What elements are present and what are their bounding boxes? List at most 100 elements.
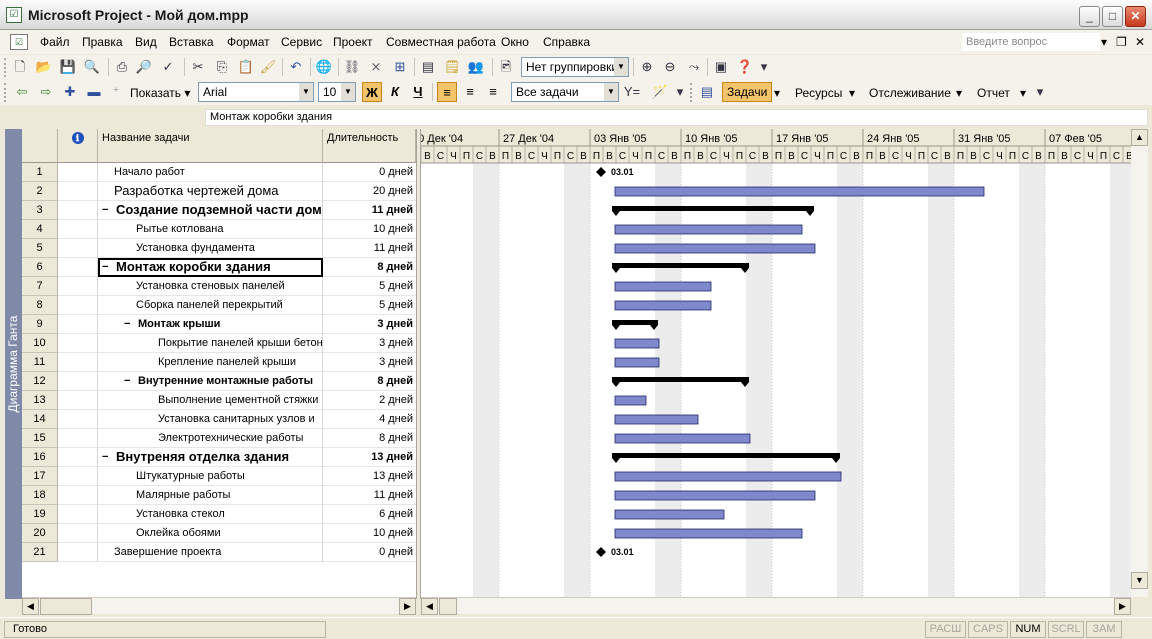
task-name-cell[interactable]: Малярные работы <box>98 486 323 505</box>
task-name-cell[interactable]: Выполнение цементной стяжки <box>98 391 323 410</box>
task-name-header[interactable]: Название задачи <box>98 129 323 163</box>
gantt-chart[interactable]: ВСЧПСВПВСЧПСВПВСЧПСВПВСЧПСВПВСЧПСВПВСЧПС… <box>421 129 1131 597</box>
unlink-tasks-icon[interactable]: ⨯ <box>366 57 386 77</box>
indicator-cell[interactable] <box>58 296 98 315</box>
row-number[interactable]: 15 <box>22 429 58 448</box>
table-row[interactable]: 5 Установка фундамента 11 дней <box>22 239 416 258</box>
duration-cell[interactable]: 13 дней <box>323 467 416 486</box>
guide-tasks-dropdown[interactable]: ▾ <box>774 86 780 100</box>
task-name-cell[interactable]: Сборка панелей перекрытий <box>98 296 323 315</box>
document-icon[interactable]: ☑ <box>10 34 28 50</box>
toolbar-grip[interactable] <box>690 83 694 102</box>
task-table[interactable]: ℹ Название задачи Длительность 1 Начало р… <box>22 129 416 599</box>
gantt-horizontal-scrollbar[interactable]: ◀ ▶ <box>421 597 1131 615</box>
save-icon[interactable]: 💾 <box>58 57 78 77</box>
table-row[interactable]: 15 Электротехнические работы 8 дней <box>22 429 416 448</box>
task-name-cell[interactable]: Крепление панелей крыши <box>98 353 323 372</box>
table-row[interactable]: 1 Начало работ 0 дней <box>22 163 416 182</box>
toolbar-grip[interactable] <box>4 83 8 102</box>
font-size-select[interactable]: 10 ▼ <box>318 82 356 102</box>
filter-select[interactable]: Все задачи ▼ <box>511 82 619 102</box>
arrow-right-icon[interactable]: ⇨ <box>36 82 56 102</box>
go-to-task-icon[interactable]: ⤳ <box>684 57 704 77</box>
scroll-thumb[interactable] <box>439 598 457 615</box>
duration-cell[interactable]: 3 дней <box>323 353 416 372</box>
indicator-cell[interactable] <box>58 486 98 505</box>
indicator-cell[interactable] <box>58 334 98 353</box>
task-name-cell[interactable]: Установка фундамента <box>98 239 323 258</box>
paste-icon[interactable]: 📋 <box>236 57 256 77</box>
duration-cell[interactable]: 10 дней <box>323 524 416 543</box>
indicator-cell[interactable] <box>58 277 98 296</box>
toolbar-options-icon[interactable]: ▾ <box>1034 82 1046 102</box>
chevron-down-icon[interactable]: ▼ <box>604 83 618 101</box>
search-file-icon[interactable]: 🔍 <box>82 57 102 77</box>
guide-tasks-button[interactable]: Задачи <box>722 82 773 102</box>
duration-cell[interactable]: 13 дней <box>323 448 416 467</box>
autofilter-icon[interactable]: Y= <box>622 82 642 102</box>
chevron-down-icon[interactable]: ▼ <box>299 83 313 101</box>
print-icon[interactable]: ⎙ <box>112 57 132 77</box>
guide-tracking-dropdown[interactable]: ▾ <box>956 86 962 100</box>
cut-icon[interactable]: ✂ <box>188 57 208 77</box>
toolbar-options-icon[interactable]: ▾ <box>674 82 686 102</box>
indicators-header[interactable]: ℹ <box>58 129 98 163</box>
indicator-cell[interactable] <box>58 220 98 239</box>
guide-tracking-button[interactable]: Отслеживание <box>869 86 951 100</box>
duration-cell[interactable]: 3 дней <box>323 315 416 334</box>
show-subtasks-icon[interactable]: ⁺ <box>106 82 126 102</box>
minimize-button[interactable]: _ <box>1079 6 1100 27</box>
collapse-toggle-icon[interactable]: − <box>102 448 108 466</box>
task-name-cell[interactable]: Установка санитарных узлов и <box>98 410 323 429</box>
row-number[interactable]: 14 <box>22 410 58 429</box>
guide-resources-dropdown[interactable]: ▾ <box>849 86 855 100</box>
scroll-right-button[interactable]: ▶ <box>399 598 416 615</box>
ms-project-app-icon[interactable]: ☑ <box>6 7 22 23</box>
table-horizontal-scrollbar[interactable]: ◀ ▶ <box>22 597 416 615</box>
menu-tools[interactable]: Сервис <box>281 35 322 49</box>
collapse-toggle-icon[interactable]: − <box>102 201 108 219</box>
font-select[interactable]: Arial ▼ <box>198 82 314 102</box>
indicator-cell[interactable] <box>58 505 98 524</box>
close-button[interactable]: ✕ <box>1125 6 1146 27</box>
zoom-out-icon[interactable]: ⊖ <box>660 57 680 77</box>
row-number[interactable]: 16 <box>22 448 58 467</box>
indicator-cell[interactable] <box>58 182 98 201</box>
task-name-cell[interactable]: Электротехнические работы <box>98 429 323 448</box>
gantt-wizard-icon[interactable]: 🪄 <box>650 82 670 102</box>
chevron-down-icon[interactable]: ▼ <box>614 58 628 76</box>
menu-insert[interactable]: Вставка <box>169 35 214 49</box>
underline-button[interactable]: Ч <box>408 82 428 102</box>
toolbar-grip[interactable] <box>4 58 8 77</box>
menu-window[interactable]: Окно <box>501 35 529 49</box>
duration-header[interactable]: Длительность <box>323 129 416 163</box>
row-number[interactable]: 17 <box>22 467 58 486</box>
maximize-button[interactable]: □ <box>1102 6 1123 27</box>
task-name-cell[interactable]: Разработка чертежей дома <box>98 182 323 201</box>
duration-cell[interactable]: 0 дней <box>323 543 416 562</box>
menu-project[interactable]: Проект <box>333 35 373 49</box>
indicator-cell[interactable] <box>58 543 98 562</box>
duration-cell[interactable]: 5 дней <box>323 277 416 296</box>
align-left-icon[interactable]: ≡ <box>437 82 457 102</box>
row-number[interactable]: 4 <box>22 220 58 239</box>
menu-collaborate[interactable]: Совместная работа <box>386 35 496 49</box>
guide-report-button[interactable]: Отчет <box>977 86 1010 100</box>
scroll-left-button[interactable]: ◀ <box>22 598 39 615</box>
vertical-scrollbar[interactable]: ▲ ▼ <box>1131 129 1148 597</box>
open-icon[interactable]: 📂 <box>34 57 54 77</box>
task-name-cell[interactable]: Штукатурные работы <box>98 467 323 486</box>
duration-cell[interactable]: 8 дней <box>323 372 416 391</box>
toolbar-options-icon[interactable]: ▾ <box>758 57 770 77</box>
scroll-left-button[interactable]: ◀ <box>421 598 438 615</box>
indicator-cell[interactable] <box>58 524 98 543</box>
row-number[interactable]: 13 <box>22 391 58 410</box>
table-row[interactable]: 12− Внутренние монтажные работы 8 дней <box>22 372 416 391</box>
split-task-icon[interactable]: ⊞ <box>390 57 410 77</box>
table-row[interactable]: 16− Внутреняя отделка здания 13 дней <box>22 448 416 467</box>
task-name-cell[interactable]: Завершение проекта <box>98 543 323 562</box>
menu-edit[interactable]: Правка <box>82 35 123 49</box>
duration-cell[interactable]: 11 дней <box>323 486 416 505</box>
chevron-down-icon[interactable]: ▼ <box>341 83 355 101</box>
entry-field[interactable]: Монтаж коробки здания <box>205 109 1148 126</box>
